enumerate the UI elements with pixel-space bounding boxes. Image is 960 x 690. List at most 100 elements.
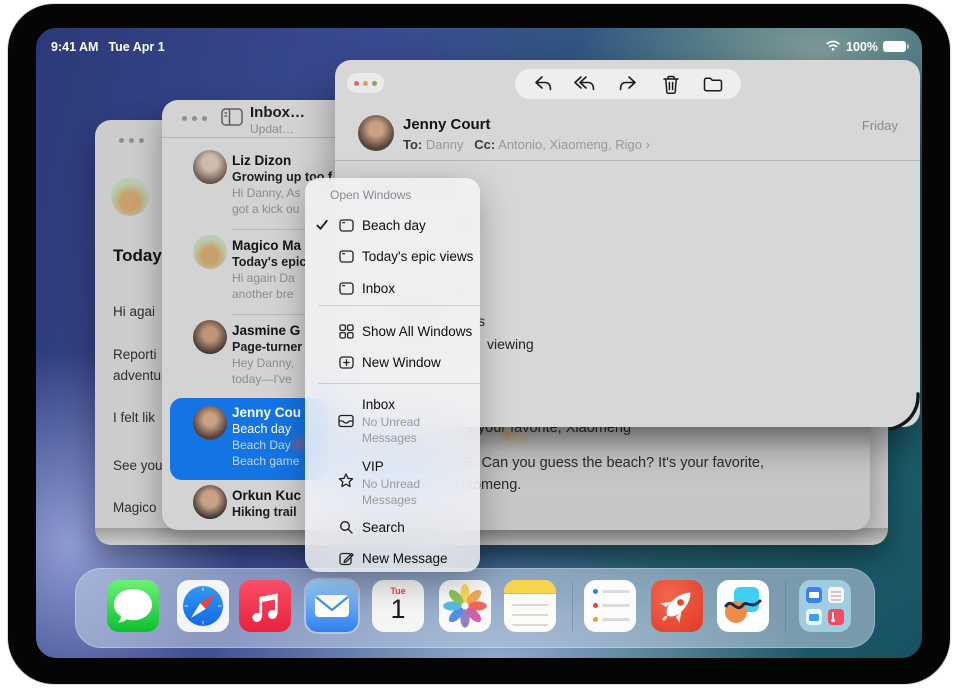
mail-tray-icon	[336, 413, 356, 429]
messages-app-icon[interactable]	[107, 580, 159, 632]
mail-toolbar	[515, 69, 741, 99]
dock-divider	[572, 581, 573, 631]
envelope-icon	[306, 580, 358, 632]
subject: Page-turner	[232, 340, 302, 354]
preview: Hi again Da	[232, 271, 295, 285]
menu-item-todays-epic-views[interactable]: Today's epic views	[305, 242, 480, 272]
window-controls-icon[interactable]	[119, 138, 144, 143]
body-line: See you	[113, 458, 163, 473]
rocket-app-icon[interactable]	[651, 580, 703, 632]
mailbox-subtitle: Updat…	[250, 122, 294, 136]
ipad-device: 9:41 AM Tue Apr 1 100% Today Hi agai Rep…	[8, 4, 950, 684]
avatar	[193, 235, 227, 269]
minimize-icon[interactable]	[363, 81, 368, 86]
divider	[335, 160, 920, 161]
search-icon	[336, 519, 356, 536]
window-icon	[336, 248, 356, 265]
mini-folder-tile	[806, 609, 822, 625]
window-resize-indicator[interactable]	[888, 392, 922, 437]
window-controls-icon[interactable]	[182, 116, 207, 121]
chevron-right-icon: ›	[646, 137, 650, 152]
forward-button[interactable]	[613, 71, 643, 97]
menu-item-show-all-windows[interactable]: Show All Windows	[305, 317, 480, 347]
compose-icon	[336, 550, 356, 567]
notes-app-icon[interactable]	[504, 580, 556, 632]
grid-icon	[336, 323, 356, 340]
trash-button[interactable]	[656, 71, 686, 97]
preview: Beach Day	[232, 438, 291, 452]
music-app-icon[interactable]	[239, 580, 291, 632]
avatar	[193, 485, 227, 519]
wifi-icon	[825, 39, 841, 54]
plus-square-icon	[336, 354, 356, 371]
body-line: adventu	[113, 368, 161, 383]
menu-separator	[318, 305, 480, 306]
avatar	[193, 150, 227, 184]
avatar	[111, 178, 149, 216]
body-line: Hi agai	[113, 304, 155, 319]
notes-header	[504, 580, 556, 594]
divider	[162, 137, 362, 138]
body-line: Reporti	[113, 347, 157, 362]
menu-item-inbox-window[interactable]: Inbox	[305, 274, 480, 304]
message-date: Friday	[862, 118, 898, 133]
sender-avatar	[358, 115, 394, 151]
safari-app-icon[interactable]	[177, 580, 229, 632]
avatar	[193, 406, 227, 440]
reminders-app-icon[interactable]	[584, 580, 636, 632]
sender: Jenny Cou	[232, 405, 301, 420]
zoom-icon[interactable]	[372, 81, 377, 86]
close-icon[interactable]	[354, 81, 359, 86]
sender: Jasmine G	[232, 323, 300, 338]
blurred-emoji	[518, 433, 527, 441]
recipients-line[interactable]: To: Danny Cc: Antonio, Xiaomeng, Rigo ›	[403, 137, 650, 152]
avatar	[193, 320, 227, 354]
mini-music-tile	[828, 609, 844, 625]
ipad-screen: 9:41 AM Tue Apr 1 100% Today Hi agai Rep…	[36, 28, 922, 658]
menu-item-new-window[interactable]: New Window	[305, 348, 480, 378]
status-bar-left: 9:41 AM Tue Apr 1	[51, 40, 165, 54]
body-line: Magico	[113, 500, 157, 515]
sidebar-toggle-icon[interactable]	[220, 106, 244, 133]
battery-percent: 100%	[846, 40, 878, 54]
menu-item-new-message[interactable]: New Message	[305, 544, 480, 572]
checkmark-icon	[315, 218, 329, 237]
preview: Hey Danny,	[232, 356, 294, 370]
to-value: Danny	[426, 137, 464, 152]
freeform-shapes-icon	[717, 580, 769, 632]
body-line: P.S. Can you guess the beach? It's your …	[452, 455, 764, 471]
freeform-app-icon[interactable]	[717, 580, 769, 632]
mini-mail-tile	[806, 587, 822, 603]
dock-divider	[785, 581, 786, 631]
menu-item-search[interactable]: Search	[305, 513, 480, 543]
reply-button[interactable]	[528, 71, 558, 97]
cc-label: Cc:	[474, 137, 495, 152]
open-windows-menu: Open Windows Beach day Today's epic view…	[305, 178, 480, 572]
folder-button[interactable]	[698, 71, 728, 97]
preview: Beach game	[232, 454, 299, 468]
window-icon	[336, 280, 356, 297]
preview: Hi Danny, As	[232, 186, 300, 200]
preview: another bre	[232, 287, 293, 301]
photos-app-icon[interactable]	[439, 580, 491, 632]
app-library-icon[interactable]	[799, 580, 851, 632]
flower-icon	[439, 580, 491, 632]
calendar-day: 1	[372, 594, 424, 625]
music-note-icon	[239, 580, 291, 632]
reply-all-button[interactable]	[570, 71, 600, 97]
battery-icon	[883, 41, 906, 52]
status-date: Tue Apr 1	[108, 40, 164, 54]
mini-reminders-tile	[828, 587, 844, 603]
rocket-icon	[651, 580, 703, 632]
window-controls-icon[interactable]	[347, 73, 384, 93]
menu-item-beach-day[interactable]: Beach day	[305, 211, 480, 241]
blurred-emoji	[502, 430, 513, 440]
subject: Beach day	[232, 422, 291, 436]
sender: Orkun Kuc	[232, 488, 301, 503]
preview: got a kick ou	[232, 202, 299, 216]
mail-app-icon[interactable]	[306, 580, 358, 632]
body-line: I felt lik	[113, 410, 155, 425]
calendar-app-icon[interactable]: Tue 1	[372, 580, 424, 632]
star-icon	[336, 472, 356, 490]
sender: Liz Dizon	[232, 153, 291, 168]
